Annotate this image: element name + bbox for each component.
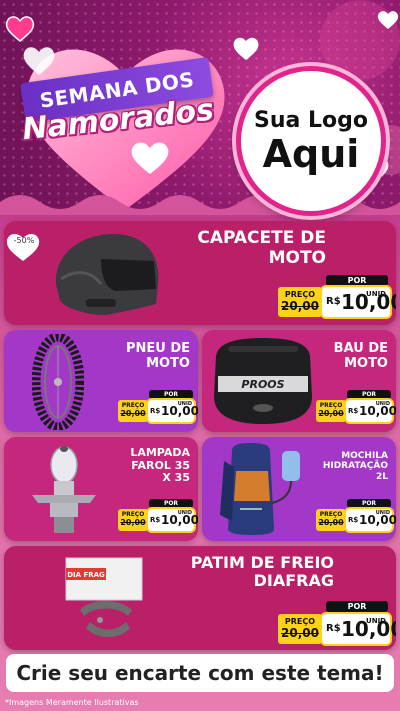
old-price-tag: PREÇO 20,00	[278, 287, 322, 317]
por-label: POR	[326, 601, 388, 612]
logo-line1: Sua Logo	[253, 107, 368, 133]
logo-placeholder[interactable]: Sua Logo Aqui	[236, 66, 386, 216]
product-card-tire[interactable]: PNEU DE MOTO POR PREÇO 20,00 R$ 10,00 UN…	[4, 330, 198, 432]
heart-icon	[377, 11, 399, 29]
product-name: PATIM DE FREIO DIAFRAG	[190, 553, 334, 591]
product-name: CAPACETE DE MOTO	[197, 228, 326, 268]
old-price-tag: PREÇO 20,00	[278, 614, 322, 644]
product-card-helmet[interactable]: CAPACETE DE MOTO POR PREÇO 20,00 R$ 10,0…	[4, 221, 396, 325]
old-price-tag: PREÇO 20,00	[316, 400, 346, 422]
por-label: POR	[326, 275, 388, 286]
new-price-tag: R$ 10,00 UNID	[322, 287, 396, 317]
top-case-image: PROOS	[214, 338, 312, 424]
product-name: PNEU DE MOTO	[125, 341, 190, 371]
heart-icon	[233, 37, 259, 60]
discount-label: -50%	[13, 236, 35, 245]
svg-text:DIA FRAG: DIA FRAG	[67, 571, 105, 579]
new-price-tag: R$ 10,00 UNID	[346, 400, 396, 422]
product-card-top-case[interactable]: PROOS BAU DE MOTO POR PREÇO 20,00 R$ 10,…	[202, 330, 396, 432]
product-name: LAMPADA FAROL 35 X 35	[130, 446, 190, 485]
product-name: BAU DE MOTO	[333, 341, 388, 371]
logo-line2: Aqui	[262, 131, 360, 176]
product-card-lamp[interactable]: LAMPADA FAROL 35 X 35 POR PREÇO 20,00 R$…	[4, 437, 198, 541]
new-price-tag: R$ 10,00 UNID	[148, 509, 198, 531]
por-label: POR	[347, 499, 391, 508]
por-label: POR	[149, 499, 193, 508]
old-price-tag: PREÇO 20,00	[118, 400, 148, 422]
product-card-brake-pads[interactable]: DIA FRAG PATIM DE FREIO DIAFRAG POR PREÇ…	[4, 546, 396, 650]
new-price-tag: R$ 10,00 UNID	[346, 509, 396, 531]
old-price-tag: PREÇO 20,00	[316, 509, 346, 531]
svg-text:PROOS: PROOS	[241, 378, 284, 391]
old-price-tag: PREÇO 20,00	[118, 509, 148, 531]
heart-icon	[131, 142, 169, 174]
heart-icon	[5, 16, 35, 42]
backpack-image	[220, 443, 300, 535]
product-card-backpack[interactable]: MOCHILA HIDRATAÇÃO 2L POR PREÇO 20,00 R$…	[202, 437, 396, 541]
cta-banner[interactable]: Crie seu encarte com este tema!	[6, 654, 394, 692]
por-label: POR	[347, 390, 391, 399]
new-price-tag: R$ 10,00 UNID	[148, 400, 198, 422]
new-price-tag: R$ 10,00 UNID	[322, 614, 396, 644]
lamp-image	[32, 446, 96, 533]
tire-image	[32, 334, 84, 430]
por-label: POR	[149, 390, 193, 399]
heart-icon	[23, 47, 55, 75]
disclaimer-note: *Imagens Meramente Ilustrativas	[5, 698, 139, 707]
product-name: MOCHILA HIDRATAÇÃO 2L	[322, 451, 388, 482]
